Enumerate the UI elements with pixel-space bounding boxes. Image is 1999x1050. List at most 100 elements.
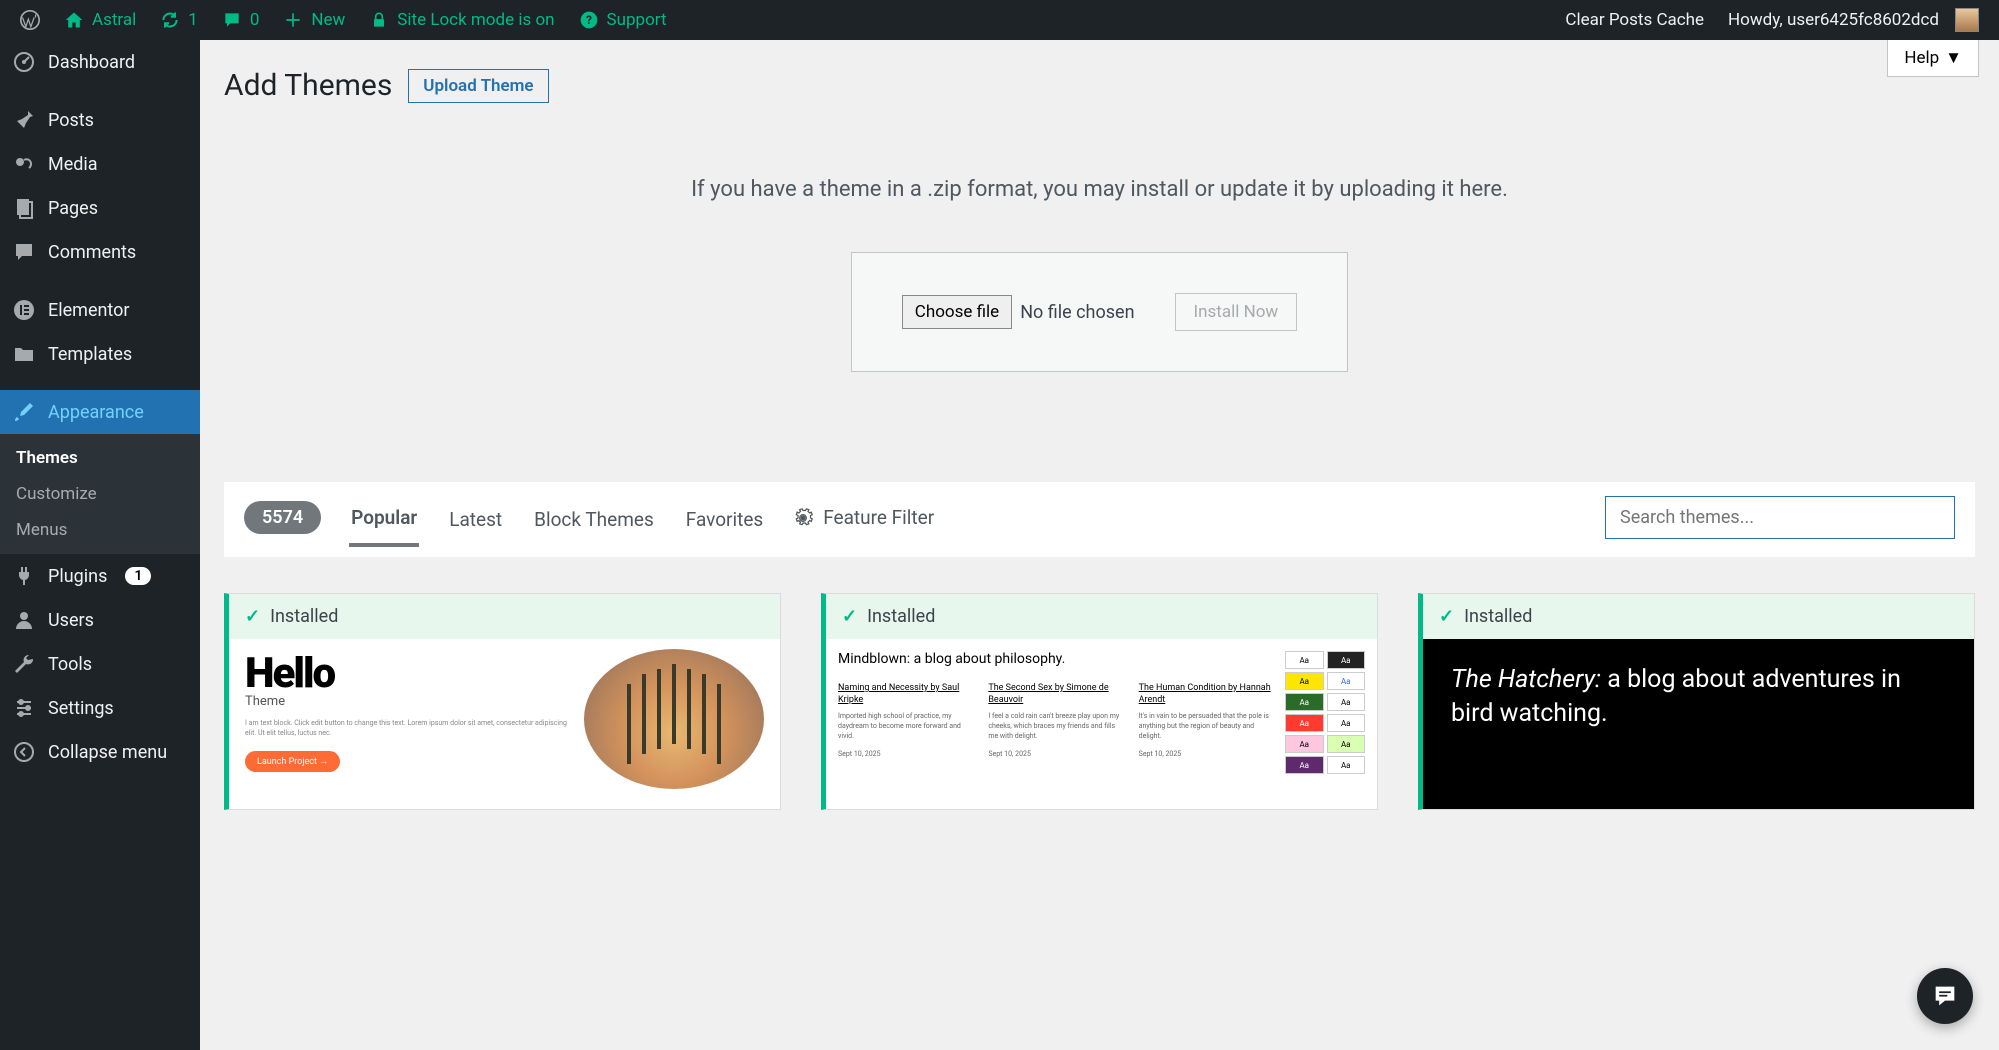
lock-icon	[369, 10, 389, 30]
plus-icon	[283, 10, 303, 30]
site-lock-link[interactable]: Site Lock mode is on	[357, 0, 566, 40]
appearance-submenu: Themes Customize Menus	[0, 434, 200, 554]
tab-popular[interactable]: Popular	[349, 506, 419, 547]
theme-count: 5574	[244, 501, 321, 534]
comments-link[interactable]: 0	[210, 0, 272, 40]
avatar-icon	[1955, 8, 1979, 32]
chevron-down-icon: ▼	[1945, 48, 1962, 68]
installed-badge: ✓ Installed	[229, 594, 780, 639]
collapse-icon	[12, 740, 36, 764]
user-icon	[12, 608, 36, 632]
admin-bar: Astral 1 0 New Site Lock mode is on ? Su…	[0, 0, 1999, 40]
help-tab[interactable]: Help ▼	[1887, 40, 1979, 77]
menu-templates[interactable]: Templates	[0, 332, 200, 376]
menu-settings[interactable]: Settings	[0, 686, 200, 730]
gear-icon	[793, 508, 813, 528]
submenu-menus[interactable]: Menus	[0, 512, 200, 548]
new-link[interactable]: New	[271, 0, 357, 40]
comment-count: 0	[250, 10, 260, 30]
support-link[interactable]: ? Support	[567, 0, 679, 40]
content-area: Help ▼ Add Themes Upload Theme If you ha…	[200, 40, 1999, 1050]
filter-bar: 5574 Popular Latest Block Themes Favorit…	[224, 482, 1975, 557]
menu-label: Pages	[48, 198, 98, 219]
sliders-icon	[12, 696, 36, 720]
submenu-themes[interactable]: Themes	[0, 440, 200, 476]
theme-card[interactable]: ✓ Installed The Hatchery: a blog about a…	[1418, 593, 1975, 810]
menu-label: Dashboard	[48, 52, 135, 73]
dashboard-icon	[12, 50, 36, 74]
tab-favorites[interactable]: Favorites	[684, 508, 765, 545]
installed-badge: ✓ Installed	[826, 594, 1377, 639]
menu-media[interactable]: Media	[0, 142, 200, 186]
menu-label: Tools	[48, 654, 92, 675]
site-name-link[interactable]: Astral	[52, 0, 148, 40]
menu-dashboard[interactable]: Dashboard	[0, 40, 200, 84]
upload-box: Choose file No file chosen Install Now	[851, 252, 1348, 372]
installed-badge: ✓ Installed	[1423, 594, 1974, 639]
update-icon	[160, 10, 180, 30]
media-icon	[12, 152, 36, 176]
wrench-icon	[12, 652, 36, 676]
elementor-icon	[12, 298, 36, 322]
wordpress-icon	[20, 10, 40, 30]
upload-message: If you have a theme in a .zip format, yo…	[224, 177, 1975, 202]
clear-cache-link[interactable]: Clear Posts Cache	[1553, 0, 1716, 40]
menu-label: Media	[48, 154, 98, 175]
plugin-count-badge: 1	[125, 567, 151, 585]
menu-label: Posts	[48, 110, 94, 131]
theme-card[interactable]: ✓ Installed Mindblown: a blog about phil…	[821, 593, 1378, 810]
upload-theme-button[interactable]: Upload Theme	[408, 69, 548, 103]
feature-filter-button[interactable]: Feature Filter	[793, 506, 934, 529]
menu-users[interactable]: Users	[0, 598, 200, 642]
brush-icon	[12, 400, 36, 424]
check-icon: ✓	[1439, 606, 1454, 627]
menu-label: Comments	[48, 242, 136, 263]
preview-image	[584, 649, 764, 789]
updates-link[interactable]: 1	[148, 0, 210, 40]
menu-label: Collapse menu	[48, 742, 167, 763]
new-label: New	[311, 10, 345, 30]
menu-posts[interactable]: Posts	[0, 98, 200, 142]
account-link[interactable]: Howdy, user6425fc8602dcd	[1716, 0, 1991, 40]
file-status: No file chosen	[1020, 302, 1134, 323]
comments-icon	[12, 240, 36, 264]
pin-icon	[12, 108, 36, 132]
pages-icon	[12, 196, 36, 220]
theme-preview: The Hatchery: a blog about adventures in…	[1423, 639, 1974, 810]
folder-icon	[12, 342, 36, 366]
theme-preview: Hello Theme I am text block. Click edit …	[229, 639, 780, 809]
choose-file-button[interactable]: Choose file	[902, 295, 1012, 329]
menu-label: Appearance	[48, 402, 144, 423]
menu-tools[interactable]: Tools	[0, 642, 200, 686]
submenu-customize[interactable]: Customize	[0, 476, 200, 512]
support-label: Support	[607, 10, 667, 30]
search-themes-input[interactable]	[1605, 496, 1955, 539]
svg-text:?: ?	[586, 13, 592, 27]
menu-label: Elementor	[48, 300, 130, 321]
site-name-text: Astral	[92, 10, 136, 30]
admin-sidebar: Dashboard Posts Media Pages Comments Ele…	[0, 40, 200, 1050]
comment-icon	[222, 10, 242, 30]
lock-label: Site Lock mode is on	[397, 10, 554, 30]
menu-label: Plugins	[48, 566, 107, 587]
menu-label: Templates	[48, 344, 132, 365]
menu-label: Settings	[48, 698, 114, 719]
chat-fab[interactable]	[1917, 968, 1973, 1024]
menu-plugins[interactable]: Plugins 1	[0, 554, 200, 598]
tab-block-themes[interactable]: Block Themes	[532, 508, 656, 545]
home-icon	[64, 10, 84, 30]
menu-comments[interactable]: Comments	[0, 230, 200, 274]
menu-pages[interactable]: Pages	[0, 186, 200, 230]
install-now-button[interactable]: Install Now	[1175, 293, 1298, 331]
upload-area: If you have a theme in a .zip format, yo…	[224, 117, 1975, 402]
tab-latest[interactable]: Latest	[447, 508, 504, 545]
theme-preview: Mindblown: a blog about philosophy. Nami…	[826, 639, 1377, 809]
howdy-text: Howdy, user6425fc8602dcd	[1728, 10, 1939, 30]
collapse-menu[interactable]: Collapse menu	[0, 730, 200, 774]
help-icon: ?	[579, 10, 599, 30]
wp-logo[interactable]	[8, 0, 52, 40]
theme-card[interactable]: ✓ Installed Hello Theme I am text block.…	[224, 593, 781, 810]
menu-elementor[interactable]: Elementor	[0, 288, 200, 332]
menu-label: Users	[48, 610, 94, 631]
menu-appearance[interactable]: Appearance	[0, 390, 200, 434]
